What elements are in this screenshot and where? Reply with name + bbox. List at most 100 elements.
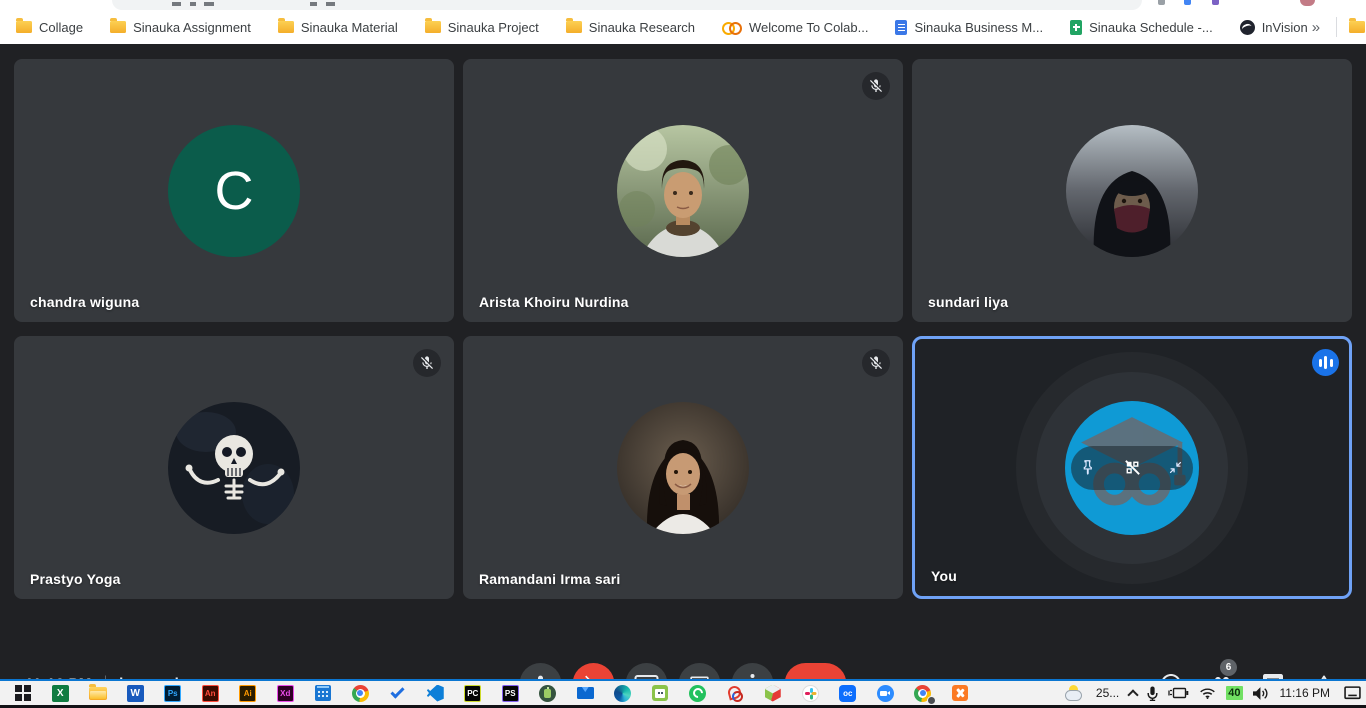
taskbar-app-illustrator[interactable]: Ai xyxy=(229,681,267,705)
battery-percent-badge[interactable]: 40 xyxy=(1226,686,1242,700)
bookmark-sinauka-business[interactable]: Sinauka Business M... xyxy=(895,20,1043,35)
bookmark-label: Sinauka Project xyxy=(448,20,539,35)
bookmark-label: Sinauka Schedule -... xyxy=(1089,20,1213,35)
action-center-icon[interactable] xyxy=(1344,686,1361,701)
avatar-initial: C xyxy=(168,125,300,257)
browser-toolbar-sliver xyxy=(0,0,1366,10)
taskbar-app-redlogo[interactable] xyxy=(717,681,755,705)
taskbar-app-pycharm[interactable]: PC xyxy=(454,681,492,705)
taskbar-app-check[interactable] xyxy=(379,681,417,705)
taskbar-app-slack[interactable] xyxy=(792,681,830,705)
pycharm-icon: PC xyxy=(464,685,481,702)
participant-tile-chandra-wiguna[interactable]: C chandra wiguna xyxy=(14,59,454,322)
taskbar-app-start[interactable] xyxy=(4,681,42,705)
participant-tile-arista[interactable]: Arista Khoiru Nurdina xyxy=(463,59,903,322)
xampp-icon xyxy=(952,685,968,701)
bookmark-sinauka-schedule[interactable]: Sinauka Schedule -... xyxy=(1070,20,1213,35)
taskbar-app-vscode[interactable] xyxy=(417,681,455,705)
taskbar-app-phpstorm[interactable]: PS xyxy=(492,681,530,705)
weather-temperature[interactable]: 25... xyxy=(1096,686,1119,700)
participant-tile-you[interactable]: You xyxy=(912,336,1352,599)
unpin-icon[interactable] xyxy=(1123,458,1142,477)
taskbar-app-photoshop[interactable]: Ps xyxy=(154,681,192,705)
participant-tile-sundari[interactable]: sundari liya xyxy=(912,59,1352,322)
bookmark-label: Sinauka Assignment xyxy=(133,20,251,35)
vscode-icon xyxy=(427,685,444,702)
bookmark-sinauka-research[interactable]: Sinauka Research xyxy=(566,20,695,35)
minimize-icon[interactable] xyxy=(1167,459,1184,476)
animate-icon: An xyxy=(202,685,219,702)
chrome-icon xyxy=(352,685,369,702)
taskbar-app-excel[interactable]: X xyxy=(42,681,80,705)
bookmark-sinauka-project[interactable]: Sinauka Project xyxy=(425,20,539,35)
tray-mic-icon[interactable] xyxy=(1147,686,1158,701)
mic-off-icon xyxy=(862,349,890,377)
mic-off-icon xyxy=(862,72,890,100)
taskbar-app-chrome2[interactable] xyxy=(904,681,942,705)
taskbar-app-androidbox[interactable] xyxy=(642,681,680,705)
taskbar-app-emulator[interactable] xyxy=(529,681,567,705)
participant-name: Ramandani Irma sari xyxy=(479,571,621,587)
bookmarks-overflow-chevron-icon[interactable]: » xyxy=(1308,19,1324,36)
profile-avatar-sliver[interactable] xyxy=(1300,0,1315,6)
tray-volume-icon[interactable] xyxy=(1253,687,1270,700)
taskbar-app-calendar[interactable] xyxy=(304,681,342,705)
omnibox-sliver[interactable] xyxy=(112,0,1142,10)
bookmark-sinauka-assignment[interactable]: Sinauka Assignment xyxy=(110,20,251,35)
bookmark-invision[interactable]: InVision xyxy=(1240,20,1308,35)
other-bookmarks-button[interactable]: Other bookmarks xyxy=(1349,20,1366,35)
taskbar-app-chrome[interactable] xyxy=(342,681,380,705)
bookmark-welcome-to-colab[interactable]: Welcome To Colab... xyxy=(722,20,868,35)
taskbar-app-oc[interactable]: oc xyxy=(829,681,867,705)
weather-icon[interactable] xyxy=(1065,685,1086,701)
url-text-sliver xyxy=(190,2,196,6)
taskbar-app-xampp[interactable] xyxy=(942,681,980,705)
phpstorm-icon: PS xyxy=(502,685,519,702)
participant-name: Prastyo Yoga xyxy=(30,571,121,587)
google-sheets-icon xyxy=(1070,20,1082,35)
avatar-photo xyxy=(617,402,749,534)
folder-icon xyxy=(425,21,441,33)
taskbar-app-netbeans[interactable] xyxy=(754,681,792,705)
mic-off-icon xyxy=(413,349,441,377)
invision-icon xyxy=(1240,20,1255,35)
tile-hover-actions xyxy=(1071,446,1193,490)
taskbar-app-mail[interactable] xyxy=(567,681,605,705)
tray-wifi-icon[interactable] xyxy=(1199,687,1216,700)
bookmark-sinauka-material[interactable]: Sinauka Material xyxy=(278,20,398,35)
participant-count-badge: 6 xyxy=(1220,659,1237,676)
taskbar-app-animate[interactable]: An xyxy=(192,681,230,705)
avatar-photo xyxy=(168,402,300,534)
participant-tile-ramandani[interactable]: Ramandani Irma sari xyxy=(463,336,903,599)
folder-icon xyxy=(1349,21,1365,33)
pin-icon[interactable] xyxy=(1080,459,1097,476)
meet-stage: C chandra wiguna xyxy=(0,44,1366,679)
audio-level-icon xyxy=(1312,349,1339,376)
tray-clock[interactable]: 11:16 PM xyxy=(1280,686,1330,700)
taskbar-app-edge[interactable] xyxy=(604,681,642,705)
participant-name: chandra wiguna xyxy=(30,294,139,310)
url-text-sliver xyxy=(204,2,214,6)
taskbar-app-explorer[interactable] xyxy=(79,681,117,705)
url-text-sliver xyxy=(326,2,335,6)
tray-expand-chevron-icon[interactable] xyxy=(1128,689,1139,700)
avatar-photo xyxy=(617,125,749,257)
taskbar-app-whatsapp[interactable] xyxy=(679,681,717,705)
tray-battery-charging-icon[interactable] xyxy=(1168,687,1189,699)
mail-icon xyxy=(577,687,594,699)
excel-icon: X xyxy=(52,685,69,702)
check-icon xyxy=(391,684,405,698)
bookmark-label: Sinauka Material xyxy=(301,20,398,35)
extension-icon-sliver[interactable] xyxy=(1212,0,1219,5)
taskbar-app-word[interactable]: W xyxy=(117,681,155,705)
bookmark-collage[interactable]: Collage xyxy=(16,20,83,35)
extension-icon-sliver[interactable] xyxy=(1184,0,1191,5)
extension-icon-sliver[interactable] xyxy=(1158,0,1165,5)
taskbar-app-xd[interactable]: Xd xyxy=(267,681,305,705)
folder-icon xyxy=(278,21,294,33)
bookmark-label: InVision xyxy=(1262,20,1308,35)
word-icon: W xyxy=(127,685,144,702)
participant-tile-prastyo[interactable]: Prastyo Yoga xyxy=(14,336,454,599)
google-docs-icon xyxy=(895,20,907,35)
taskbar-app-zoomapp[interactable] xyxy=(867,681,905,705)
